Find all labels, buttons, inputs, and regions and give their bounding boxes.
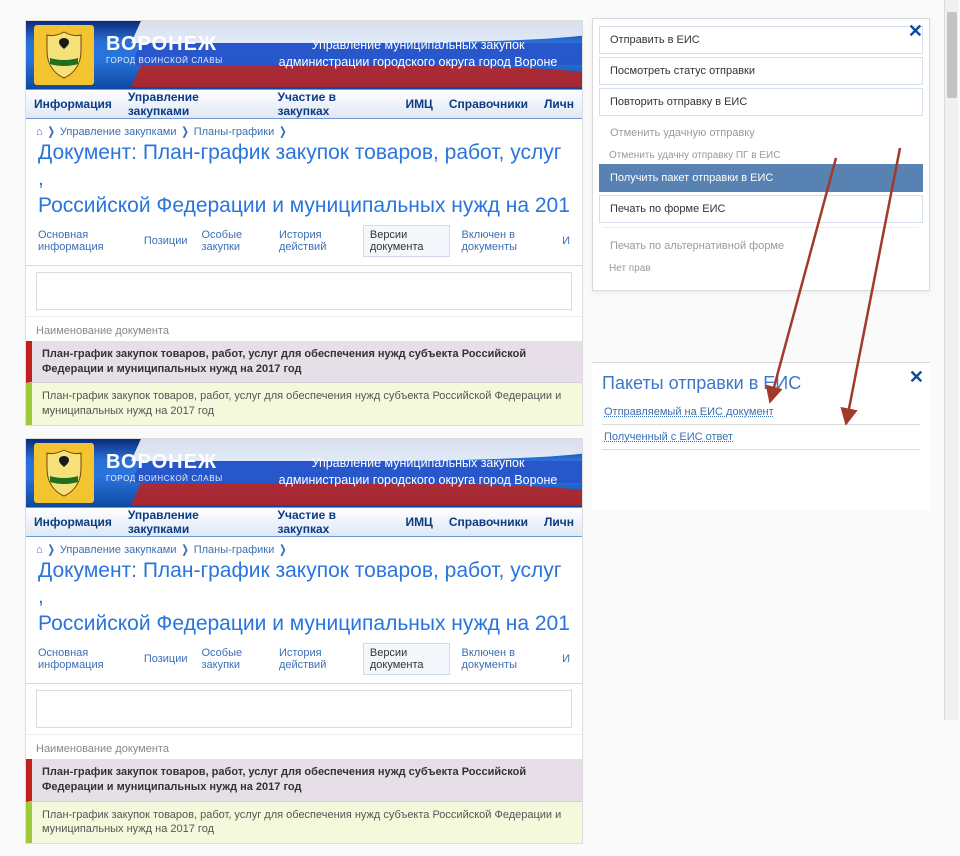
tab-more[interactable]: И (560, 649, 572, 669)
tab-included[interactable]: Включен в документы (460, 643, 551, 675)
grid-header-name: Наименование документа (26, 316, 582, 341)
vertical-scrollbar-rail[interactable] (944, 0, 958, 720)
packets-title: Пакеты отправки в ЕИС (602, 373, 920, 394)
brand-title: ВОРОНЕЖ (106, 451, 223, 474)
page-title: Документ: План-график закупок товаров, р… (26, 556, 582, 643)
version-row-current[interactable]: План-график закупок товаров, работ, услу… (26, 759, 582, 802)
document-panel-top: ВОРОНЕЖ ГОРОД ВОИНСКОЙ СЛАВЫ Управление … (25, 20, 583, 426)
dd-print-alt-hint: Нет прав (609, 263, 913, 274)
menu-refs[interactable]: Справочники (449, 515, 528, 529)
menu-participation[interactable]: Участие в закупках (278, 90, 390, 118)
tab-main-info[interactable]: Основная информация (36, 643, 132, 675)
city-crest-icon (34, 25, 94, 85)
packet-link-response: Полученный с ЕИС ответ (602, 425, 920, 450)
menu-info[interactable]: Информация (34, 515, 112, 529)
close-icon[interactable]: ✕ (908, 21, 923, 42)
breadcrumb-home-icon[interactable]: ⌂ (36, 544, 43, 556)
eis-packets-panel: ✕ Пакеты отправки в ЕИС Отправляемый на … (592, 362, 930, 510)
chevron-right-icon: ❭ (278, 125, 287, 138)
chevron-right-icon: ❭ (47, 125, 56, 138)
packet-link-outgoing-anchor[interactable]: Отправляемый на ЕИС документ (604, 406, 774, 418)
menu-refs[interactable]: Справочники (449, 97, 528, 111)
tabs: Основная информация Позиции Особые закуп… (26, 225, 582, 266)
brand-block: ВОРОНЕЖ ГОРОД ВОИНСКОЙ СЛАВЫ (106, 33, 223, 65)
chevron-right-icon: ❭ (278, 543, 287, 556)
dd-cancel-success: Отменить удачную отправку (599, 119, 923, 147)
breadcrumb-l1[interactable]: Управление закупками (60, 544, 177, 556)
dd-print-eis[interactable]: Печать по форме ЕИС (599, 195, 923, 223)
tab-history[interactable]: История действий (277, 643, 353, 675)
tab-special[interactable]: Особые закупки (200, 643, 267, 675)
menu-imc[interactable]: ИМЦ (405, 97, 432, 111)
menu-imc[interactable]: ИМЦ (405, 515, 432, 529)
menu-personal[interactable]: Личн (544, 515, 574, 529)
version-row-current[interactable]: План-график закупок товаров, работ, услу… (26, 341, 582, 384)
tab-positions[interactable]: Позиции (142, 231, 190, 251)
tab-more[interactable]: И (560, 231, 572, 251)
tab-positions[interactable]: Позиции (142, 649, 190, 669)
brand-title: ВОРОНЕЖ (106, 33, 223, 56)
page-title: Документ: План-график закупок товаров, р… (26, 138, 582, 225)
separator (603, 227, 919, 228)
banner-subtitle: Управление муниципальных закупок админис… (268, 455, 568, 489)
toolbar-placeholder (36, 272, 572, 310)
breadcrumb-l1[interactable]: Управление закупками (60, 126, 177, 138)
version-row-prev[interactable]: План-график закупок товаров, работ, услу… (26, 383, 582, 425)
tab-versions[interactable]: Версии документа (363, 643, 450, 675)
breadcrumb-l2[interactable]: Планы-графики (194, 544, 275, 556)
toolbar-placeholder (36, 690, 572, 728)
menu-personal[interactable]: Личн (544, 97, 574, 111)
main-menu: Информация Управление закупками Участие … (26, 507, 582, 537)
chevron-right-icon: ❭ (181, 543, 190, 556)
tab-main-info[interactable]: Основная информация (36, 225, 132, 257)
dd-get-packet[interactable]: Получить пакет отправки в ЕИС (599, 164, 923, 192)
breadcrumb-home-icon[interactable]: ⌂ (36, 126, 43, 138)
menu-participation[interactable]: Участие в закупках (278, 508, 390, 536)
tab-special[interactable]: Особые закупки (200, 225, 267, 257)
breadcrumb-l2[interactable]: Планы-графики (194, 126, 275, 138)
grid-header-name: Наименование документа (26, 734, 582, 759)
tab-included[interactable]: Включен в документы (460, 225, 551, 257)
banner-subtitle: Управление муниципальных закупок админис… (268, 37, 568, 71)
eis-actions-dropdown: ✕ Отправить в ЕИС Посмотреть статус отпр… (592, 18, 930, 291)
menu-procurement[interactable]: Управление закупками (128, 90, 262, 118)
packet-link-response-anchor[interactable]: Полученный с ЕИС ответ (604, 431, 733, 443)
breadcrumb: ⌂ ❭ Управление закупками ❭ Планы-графики… (26, 119, 582, 138)
tab-history[interactable]: История действий (277, 225, 353, 257)
tab-versions[interactable]: Версии документа (363, 225, 450, 257)
dd-cancel-hint: Отменить удачну отправку ПГ в ЕИС (609, 150, 913, 161)
dd-status[interactable]: Посмотреть статус отправки (599, 57, 923, 85)
site-banner: ВОРОНЕЖ ГОРОД ВОИНСКОЙ СЛАВЫ Управление … (26, 439, 582, 507)
tabs: Основная информация Позиции Особые закуп… (26, 643, 582, 684)
menu-info[interactable]: Информация (34, 97, 112, 111)
vertical-scrollbar-thumb[interactable] (947, 12, 957, 98)
dd-send-eis[interactable]: Отправить в ЕИС (599, 26, 923, 54)
menu-procurement[interactable]: Управление закупками (128, 508, 262, 536)
brand-subtitle: ГОРОД ВОИНСКОЙ СЛАВЫ (106, 474, 223, 483)
dd-resend[interactable]: Повторить отправку в ЕИС (599, 88, 923, 116)
close-icon[interactable]: ✕ (909, 367, 924, 388)
chevron-right-icon: ❭ (47, 543, 56, 556)
dd-print-alt: Печать по альтернативной форме (599, 232, 923, 260)
brand-block: ВОРОНЕЖ ГОРОД ВОИНСКОЙ СЛАВЫ (106, 451, 223, 483)
packet-link-outgoing: Отправляемый на ЕИС документ (602, 400, 920, 425)
chevron-right-icon: ❭ (181, 125, 190, 138)
site-banner: ВОРОНЕЖ ГОРОД ВОИНСКОЙ СЛАВЫ Управление … (26, 21, 582, 89)
document-panel-bottom: ВОРОНЕЖ ГОРОД ВОИНСКОЙ СЛАВЫ Управление … (25, 438, 583, 844)
breadcrumb: ⌂ ❭ Управление закупками ❭ Планы-графики… (26, 537, 582, 556)
city-crest-icon (34, 443, 94, 503)
brand-subtitle: ГОРОД ВОИНСКОЙ СЛАВЫ (106, 56, 223, 65)
main-menu: Информация Управление закупками Участие … (26, 89, 582, 119)
version-row-prev[interactable]: План-график закупок товаров, работ, услу… (26, 802, 582, 844)
